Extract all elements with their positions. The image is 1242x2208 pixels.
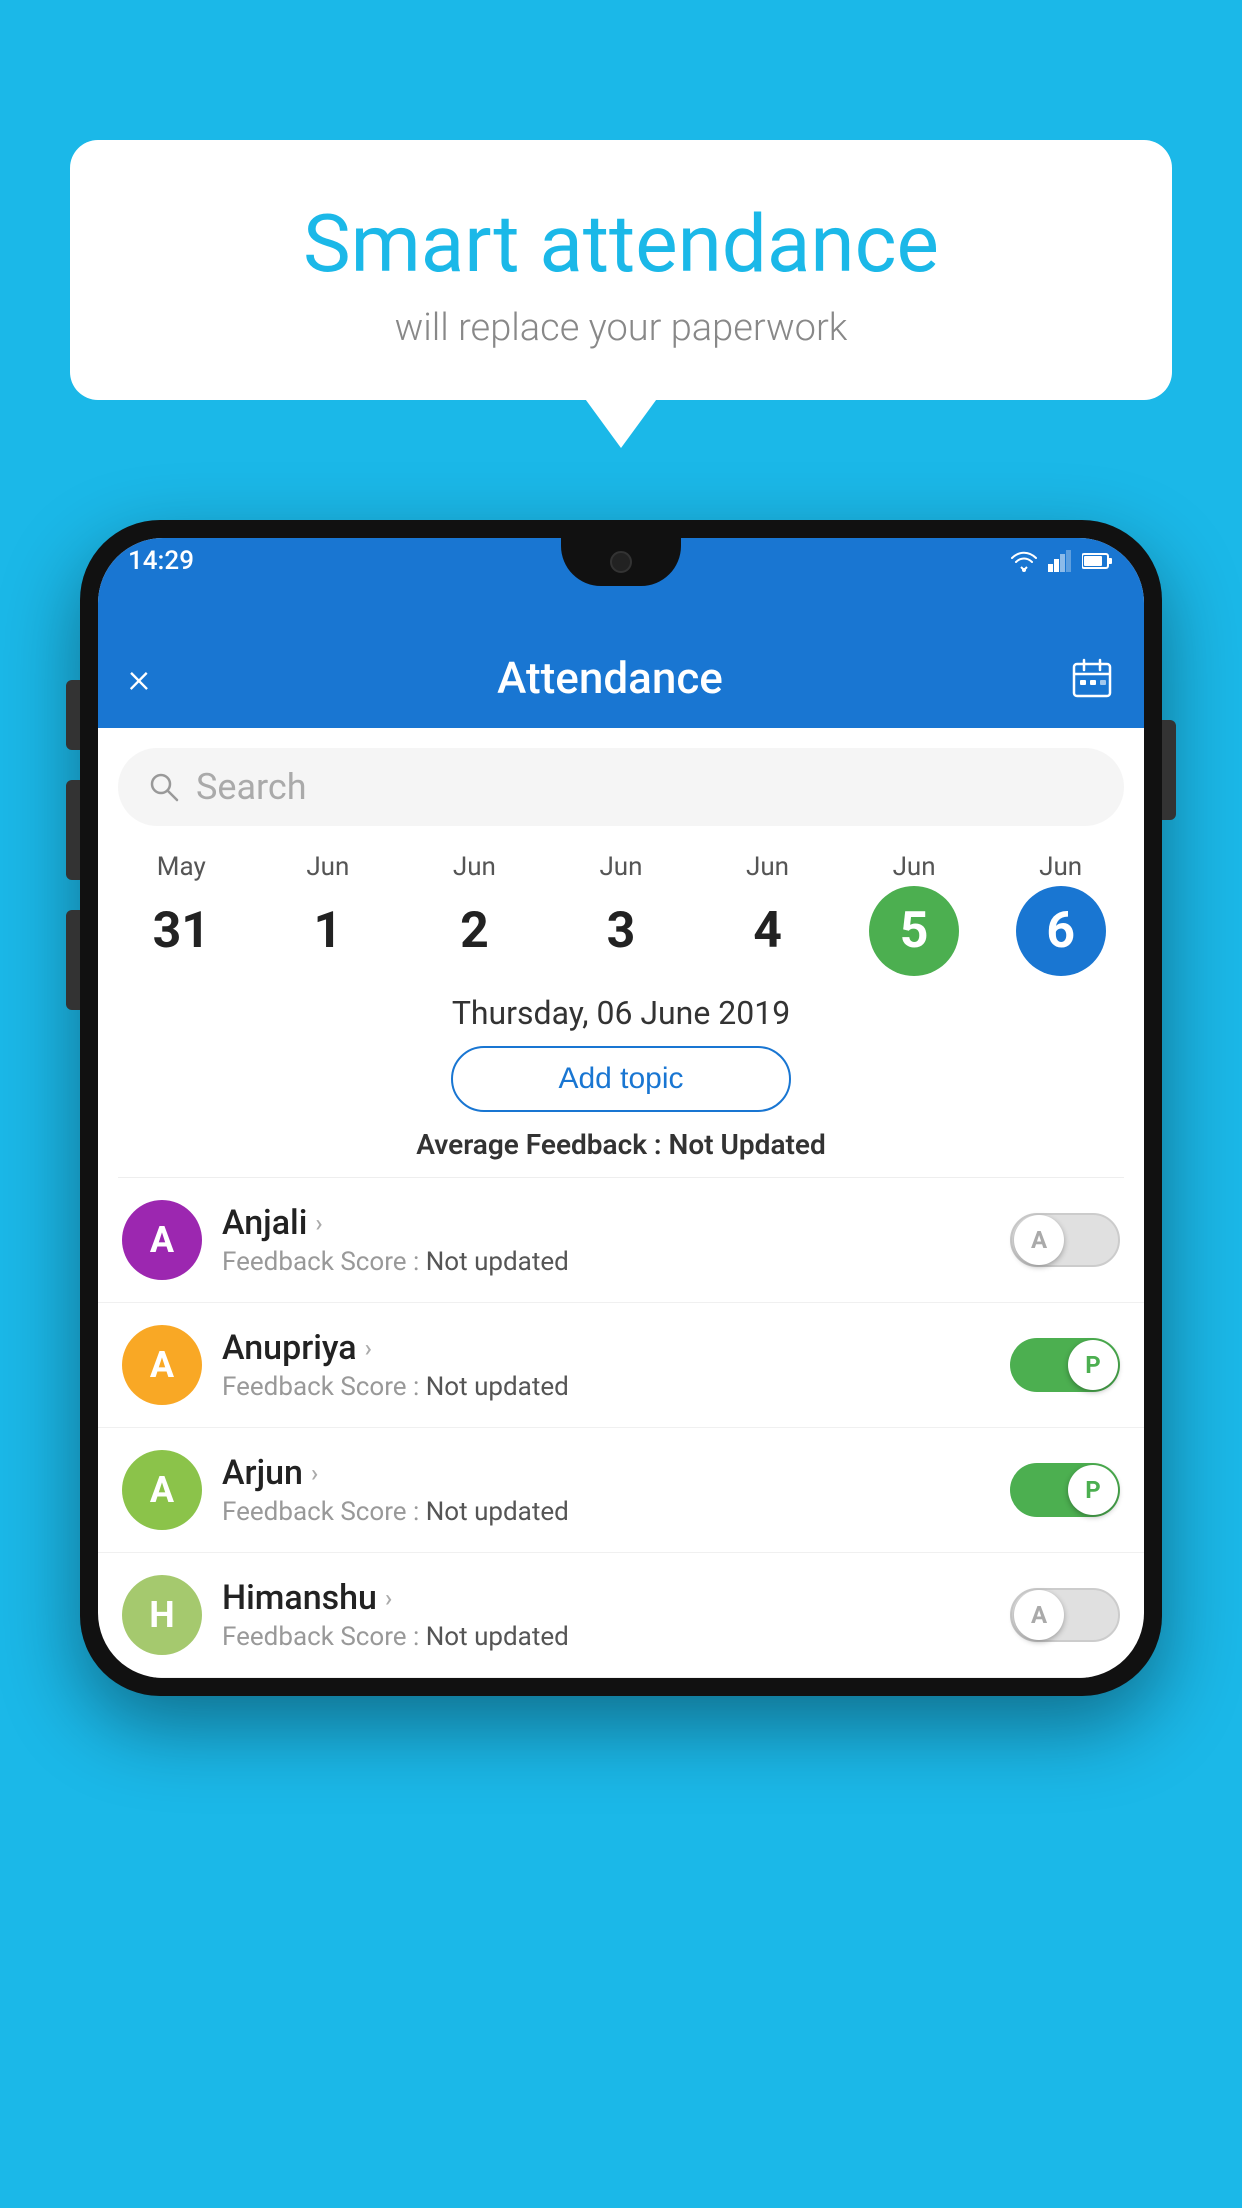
bubble-title: Smart attendance <box>130 200 1112 288</box>
cal-date-number: 3 <box>576 886 666 976</box>
attendance-toggle[interactable]: P <box>1010 1463 1120 1517</box>
table-row: H Himanshu › Feedback Score : Not updated A <box>98 1553 1144 1678</box>
cal-date-number: 4 <box>723 886 813 976</box>
phone-side-btn-left3 <box>66 910 80 1010</box>
toggle-knob: P <box>1068 1465 1118 1515</box>
status-icons <box>1010 550 1114 572</box>
toggle-knob: P <box>1068 1340 1118 1390</box>
search-bar[interactable]: Search <box>118 748 1124 826</box>
chevron-icon: › <box>385 1584 392 1612</box>
attendance-toggle[interactable]: P <box>1010 1338 1120 1392</box>
calendar-icon[interactable] <box>1070 656 1114 700</box>
student-list: AAnjali ›Feedback Score : Not updatedAAA… <box>98 1178 1144 1678</box>
table-row: A Anupriya › Feedback Score : Not updated P <box>98 1303 1144 1428</box>
calendar-day[interactable]: Jun 2 <box>414 852 534 976</box>
phone: 14:29 <box>80 520 1162 1696</box>
calendar-day[interactable]: Jun 3 <box>561 852 681 976</box>
cal-month-label: Jun <box>893 852 936 882</box>
wifi-icon <box>1010 550 1038 572</box>
calendar-day[interactable]: Jun 5 <box>854 852 974 976</box>
chevron-icon: › <box>315 1209 322 1237</box>
cal-month-label: May <box>157 852 206 882</box>
student-name[interactable]: Anupriya › <box>222 1328 990 1368</box>
chevron-icon: › <box>365 1334 372 1362</box>
signal-icon <box>1048 550 1072 572</box>
speech-bubble: Smart attendance will replace your paper… <box>70 140 1172 400</box>
calendar-day[interactable]: May 31 <box>121 852 241 976</box>
avg-feedback-label: Average Feedback : <box>416 1128 661 1161</box>
cal-date-number: 2 <box>429 886 519 976</box>
cal-date-number: 6 <box>1016 886 1106 976</box>
feedback-score: Feedback Score : Not updated <box>222 1622 990 1652</box>
calendar-day[interactable]: Jun 6 <box>1001 852 1121 976</box>
avatar: A <box>122 1450 202 1530</box>
avatar: H <box>122 1575 202 1655</box>
selected-date-label: Thursday, 06 June 2019 <box>98 976 1144 1046</box>
table-row: A Anjali › Feedback Score : Not updated A <box>98 1178 1144 1303</box>
search-icon <box>148 771 180 803</box>
cal-date-number: 1 <box>283 886 373 976</box>
calendar-strip: May 31 Jun 1 Jun 2 Jun 3 Jun 4 Jun 5 Jun 6 <box>98 836 1144 976</box>
feedback-value: Not updated <box>426 1247 569 1277</box>
cal-month-label: Jun <box>306 852 349 882</box>
table-row: A Arjun › Feedback Score : Not updated P <box>98 1428 1144 1553</box>
phone-side-btn-right <box>1162 720 1176 820</box>
student-name[interactable]: Anjali › <box>222 1203 990 1243</box>
phone-top-bar: 14:29 <box>98 538 1144 628</box>
chevron-icon: › <box>311 1459 318 1487</box>
student-info: Anjali › Feedback Score : Not updated <box>222 1203 990 1277</box>
avatar: A <box>122 1200 202 1280</box>
calendar-day[interactable]: Jun 4 <box>708 852 828 976</box>
student-name[interactable]: Arjun › <box>222 1453 990 1493</box>
feedback-value: Not updated <box>426 1372 569 1402</box>
app-bar: × Attendance <box>98 628 1144 728</box>
search-placeholder: Search <box>196 766 307 808</box>
toggle-knob: A <box>1014 1215 1064 1265</box>
student-info: Anupriya › Feedback Score : Not updated <box>222 1328 990 1402</box>
average-feedback: Average Feedback : Not Updated <box>98 1128 1144 1161</box>
avatar: A <box>122 1325 202 1405</box>
cal-date-number: 31 <box>136 886 226 976</box>
camera-dot <box>610 551 632 573</box>
status-time: 14:29 <box>128 546 194 576</box>
feedback-score: Feedback Score : Not updated <box>222 1497 990 1527</box>
speech-bubble-container: Smart attendance will replace your paper… <box>70 140 1172 400</box>
student-info: Arjun › Feedback Score : Not updated <box>222 1453 990 1527</box>
cal-month-label: Jun <box>746 852 789 882</box>
toggle-knob: A <box>1014 1590 1064 1640</box>
feedback-score: Feedback Score : Not updated <box>222 1247 990 1277</box>
app-bar-title: Attendance <box>497 652 723 704</box>
student-info: Himanshu › Feedback Score : Not updated <box>222 1578 990 1652</box>
avg-feedback-value: Not Updated <box>669 1128 826 1161</box>
attendance-toggle[interactable]: A <box>1010 1213 1120 1267</box>
cal-month-label: Jun <box>599 852 642 882</box>
calendar-day[interactable]: Jun 1 <box>268 852 388 976</box>
cal-month-label: Jun <box>1039 852 1082 882</box>
student-name[interactable]: Himanshu › <box>222 1578 990 1618</box>
feedback-value: Not updated <box>426 1622 569 1652</box>
close-button[interactable]: × <box>128 654 150 703</box>
attendance-toggle[interactable]: A <box>1010 1588 1120 1642</box>
bubble-subtitle: will replace your paperwork <box>130 306 1112 350</box>
add-topic-button[interactable]: Add topic <box>451 1046 791 1112</box>
phone-side-btn-left2 <box>66 780 80 880</box>
phone-screen: 14:29 <box>98 538 1144 1678</box>
phone-wrapper: 14:29 <box>80 520 1162 1696</box>
phone-side-btn-left1 <box>66 680 80 750</box>
feedback-score: Feedback Score : Not updated <box>222 1372 990 1402</box>
battery-icon <box>1082 552 1114 570</box>
feedback-value: Not updated <box>426 1497 569 1527</box>
phone-notch <box>561 538 681 586</box>
cal-month-label: Jun <box>453 852 496 882</box>
cal-date-number: 5 <box>869 886 959 976</box>
